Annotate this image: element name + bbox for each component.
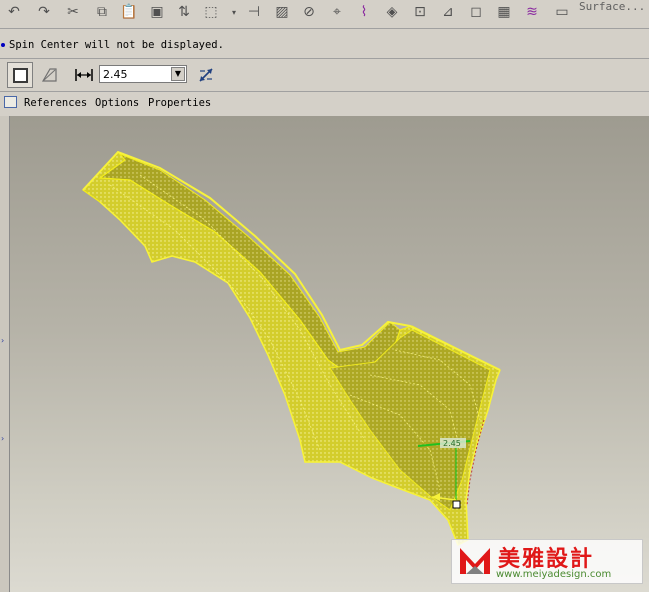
message-bullet-icon bbox=[1, 43, 5, 47]
thicken-dashboard: 2.45 ▼ bbox=[0, 59, 649, 92]
brand-logo-icon bbox=[458, 544, 492, 578]
surface-cut-icon bbox=[41, 68, 57, 82]
dimension-label: 2.45 bbox=[443, 439, 461, 448]
spring-icon[interactable]: ⌇ bbox=[354, 2, 374, 22]
surface-icon[interactable]: ≋ bbox=[522, 2, 542, 22]
selection-dropdown-icon[interactable]: ▾ bbox=[224, 2, 244, 22]
panel-toggle-checkbox[interactable] bbox=[4, 96, 17, 108]
surface-cut-button[interactable] bbox=[37, 62, 61, 88]
tab-options[interactable]: Options bbox=[95, 97, 139, 109]
tab-references[interactable]: References bbox=[24, 97, 87, 109]
main-toolbar: ↶ ↷ ✂ ⧉ 📋 ▣ ⇅ ⬚ ▾ ⊣ ▨ ⊘ ⌖ ⌇ ◈ ⊡ ⊿ ◻ ▦ ≋ … bbox=[0, 0, 649, 29]
flip-direction-button[interactable] bbox=[195, 64, 217, 86]
draft-icon[interactable]: ⊿ bbox=[438, 2, 458, 22]
selection-box-icon[interactable]: ⬚ bbox=[201, 2, 221, 22]
mirror-icon[interactable]: ⊣ bbox=[244, 2, 264, 22]
dashboard-tabs: References Options Properties bbox=[0, 92, 649, 116]
regenerate-icon[interactable]: ⇅ bbox=[174, 2, 194, 22]
surface-label: Surface... bbox=[579, 0, 646, 13]
copy-icon[interactable]: ⧉ bbox=[92, 2, 112, 22]
solid-square-icon bbox=[12, 67, 28, 83]
chevron-down-icon[interactable]: ▼ bbox=[171, 67, 185, 81]
revolve-icon[interactable]: ⊘ bbox=[299, 2, 319, 22]
model-3d-view[interactable]: 2.45 bbox=[0, 116, 649, 592]
thickness-value: 2.45 bbox=[103, 68, 128, 81]
hole-icon[interactable]: ⊡ bbox=[410, 2, 430, 22]
cut-icon[interactable]: ✂ bbox=[63, 2, 83, 22]
watermark-url: www.meiyadesign.com bbox=[496, 569, 612, 580]
thickness-icon bbox=[74, 65, 94, 85]
message-text: Spin Center will not be displayed. bbox=[9, 39, 224, 51]
paste-special-icon[interactable]: ▣ bbox=[147, 2, 167, 22]
watermark: 美雅設計 www.meiyadesign.com bbox=[451, 539, 643, 584]
surface-box-icon[interactable]: ▭ bbox=[552, 2, 572, 22]
thickness-input[interactable]: 2.45 ▼ bbox=[99, 65, 187, 83]
paste-icon[interactable]: 📋 bbox=[119, 2, 139, 22]
hatch-icon[interactable]: ▨ bbox=[272, 2, 292, 22]
drag-handle[interactable] bbox=[452, 500, 461, 509]
solid-thicken-button[interactable] bbox=[7, 62, 33, 88]
blend-icon[interactable]: ◈ bbox=[382, 2, 402, 22]
redo-icon[interactable]: ↷ bbox=[34, 2, 54, 22]
flip-direction-icon bbox=[199, 68, 213, 82]
sweep-icon[interactable]: ⌖ bbox=[327, 2, 347, 22]
graphics-viewport[interactable]: › › 2.45 美雅設計 www.meiyadesign.com bbox=[0, 116, 649, 592]
pattern-icon[interactable]: ▦ bbox=[494, 2, 514, 22]
shell-icon[interactable]: ◻ bbox=[466, 2, 486, 22]
undo-icon[interactable]: ↶ bbox=[4, 2, 24, 22]
message-area: Spin Center will not be displayed. bbox=[0, 30, 649, 59]
tab-properties[interactable]: Properties bbox=[148, 97, 211, 109]
